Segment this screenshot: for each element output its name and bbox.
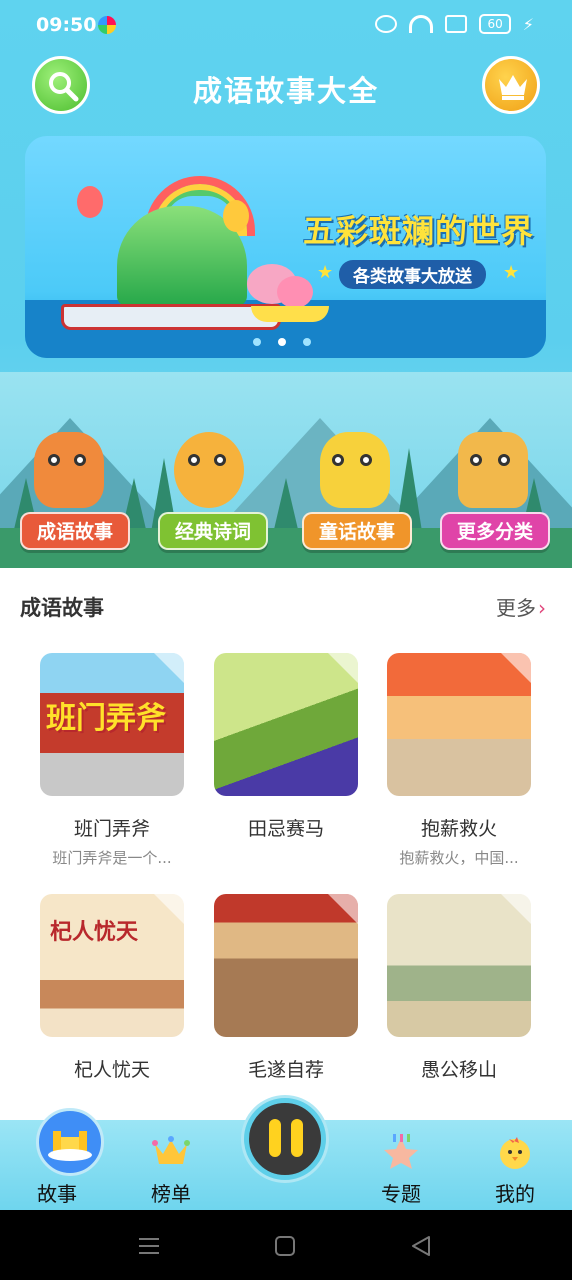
battery-icon: 60 bbox=[479, 14, 511, 34]
story-card[interactable]: 田忌赛马 bbox=[211, 653, 361, 847]
mute-icon bbox=[375, 15, 398, 33]
story-title: 毛遂自荐 bbox=[247, 1059, 324, 1081]
back-icon[interactable] bbox=[410, 1236, 432, 1256]
star-icon: ★ bbox=[503, 262, 520, 283]
chevron-right-icon: › bbox=[538, 596, 546, 620]
story-card[interactable]: 班门弄斧 班门弄斧 班门弄斧是一个... bbox=[37, 653, 187, 868]
story-title: 抱薪救火 bbox=[420, 818, 497, 840]
giraffe-icon bbox=[458, 432, 528, 508]
category-button-idioms[interactable]: 成语故事 bbox=[20, 512, 130, 550]
boat-graphic bbox=[251, 306, 329, 322]
story-title: 田忌赛马 bbox=[247, 818, 324, 840]
bottom-tab-bar: 故事 榜单 专题 我的 bbox=[0, 1098, 572, 1210]
section-title: 成语故事 bbox=[20, 596, 104, 620]
book-graphic bbox=[61, 304, 281, 330]
player-button[interactable] bbox=[244, 1098, 326, 1180]
category-button-poems[interactable]: 经典诗词 bbox=[158, 512, 268, 550]
story-title: 班门弄斧 bbox=[73, 818, 150, 840]
castle-icon bbox=[36, 1108, 104, 1176]
charging-icon: ⚡ bbox=[522, 14, 534, 34]
menu-icon[interactable] bbox=[138, 1236, 160, 1256]
castle-graphic bbox=[48, 1131, 92, 1161]
system-navigation-bar bbox=[0, 1210, 572, 1280]
vip-corner-icon bbox=[501, 894, 531, 924]
category-strip: 成语故事 经典诗词 童话故事 更多分类 bbox=[0, 372, 572, 568]
story-thumbnail bbox=[214, 894, 358, 1037]
pagination-dot-active[interactable] bbox=[278, 338, 286, 346]
pause-bar bbox=[269, 1119, 281, 1157]
story-thumbnail: 杞人忧天 bbox=[40, 894, 184, 1037]
pause-icon bbox=[269, 1119, 303, 1157]
pagination-dot[interactable] bbox=[253, 338, 261, 346]
crown-icon bbox=[152, 1136, 190, 1164]
story-title: 杞人忧天 bbox=[73, 1059, 150, 1081]
fox-icon bbox=[34, 432, 104, 508]
pig-graphic bbox=[277, 276, 313, 308]
lion-icon bbox=[174, 432, 244, 508]
story-card[interactable]: 愚公移山 bbox=[384, 894, 534, 1082]
thumbnail-title: 杞人忧天 bbox=[50, 920, 139, 945]
status-time: 09:50 bbox=[36, 14, 97, 36]
tab-label: 我的 bbox=[495, 1182, 535, 1206]
vip-corner-icon bbox=[328, 894, 358, 924]
story-thumbnail: 班门弄斧 bbox=[40, 653, 184, 796]
vip-corner-icon bbox=[501, 653, 531, 683]
status-icons: 60 ⚡ bbox=[375, 14, 534, 34]
app-header: 成语故事大全 bbox=[0, 52, 572, 116]
eye-graphic bbox=[498, 454, 510, 466]
section-header: 成语故事 更多 › bbox=[0, 584, 572, 628]
story-card[interactable]: 抱薪救火 抱薪救火，中国... bbox=[384, 653, 534, 868]
story-card[interactable]: 杞人忧天 杞人忧天 bbox=[37, 894, 187, 1082]
tab-topics[interactable]: 专题 bbox=[356, 1120, 446, 1206]
story-thumbnail bbox=[214, 653, 358, 796]
vip-button[interactable] bbox=[482, 56, 540, 114]
chick-icon bbox=[500, 1137, 530, 1169]
tab-label: 榜单 bbox=[151, 1182, 191, 1206]
banner-pagination bbox=[253, 338, 311, 346]
tab-label: 故事 bbox=[37, 1182, 77, 1206]
status-bar: 09:50 60 ⚡ bbox=[0, 0, 572, 50]
vip-corner-icon bbox=[328, 653, 358, 683]
banner-headline: 五彩斑斓的世界 bbox=[303, 212, 535, 250]
category-button-more[interactable]: 更多分类 bbox=[440, 512, 550, 550]
vip-corner-icon bbox=[154, 894, 184, 924]
eye-graphic bbox=[360, 454, 372, 466]
home-icon[interactable] bbox=[274, 1236, 296, 1256]
story-title: 愚公移山 bbox=[420, 1059, 497, 1081]
sim-icon bbox=[445, 15, 468, 33]
eye-graphic bbox=[48, 454, 60, 466]
story-thumbnail bbox=[387, 894, 531, 1037]
crown-icon bbox=[499, 75, 527, 100]
more-link[interactable]: 更多 › bbox=[496, 592, 546, 621]
thumbnail-title: 班门弄斧 bbox=[46, 701, 166, 736]
tab-rankings[interactable]: 榜单 bbox=[126, 1120, 216, 1206]
promo-banner[interactable]: 五彩斑斓的世界 ★ 各类故事大放送 ★ bbox=[25, 136, 546, 358]
banner-subtitle: 各类故事大放送 bbox=[339, 260, 486, 289]
balloon-graphic bbox=[77, 186, 103, 218]
vip-corner-icon bbox=[154, 653, 184, 683]
wifi-icon bbox=[409, 15, 434, 33]
eye-graphic bbox=[74, 454, 86, 466]
eye-graphic bbox=[470, 454, 482, 466]
story-card[interactable]: 毛遂自荐 bbox=[211, 894, 361, 1082]
eye-graphic bbox=[188, 454, 200, 466]
tab-label: 专题 bbox=[381, 1182, 421, 1206]
story-description: 抱薪救火，中国... bbox=[399, 849, 519, 867]
pause-bar bbox=[291, 1119, 303, 1157]
star-icon bbox=[384, 1134, 418, 1169]
owl-icon bbox=[320, 432, 390, 508]
balloon-graphic bbox=[223, 200, 249, 232]
pagination-dot[interactable] bbox=[303, 338, 311, 346]
more-label: 更多 bbox=[496, 596, 536, 620]
category-button-fairy-tales[interactable]: 童话故事 bbox=[302, 512, 412, 550]
story-thumbnail bbox=[387, 653, 531, 796]
eye-graphic bbox=[214, 454, 226, 466]
star-icon: ★ bbox=[317, 262, 334, 283]
app-notification-icon bbox=[98, 16, 116, 34]
tab-profile[interactable]: 我的 bbox=[470, 1120, 560, 1206]
story-description: 班门弄斧是一个... bbox=[52, 849, 172, 867]
eye-graphic bbox=[332, 454, 344, 466]
